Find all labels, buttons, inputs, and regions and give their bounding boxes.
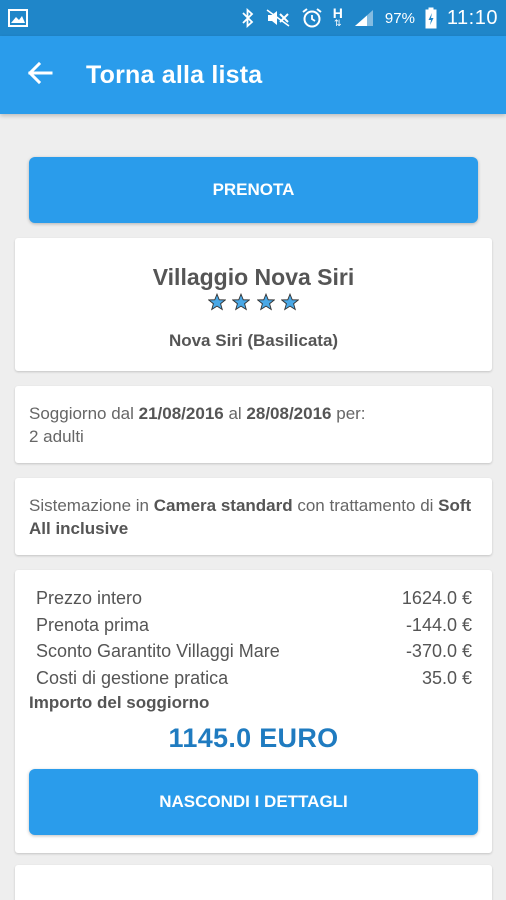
- alarm-icon: [301, 7, 323, 29]
- price-label: Prezzo intero: [36, 588, 143, 608]
- booking-details[interactable]: PRENOTA Villaggio Nova Siri Nova Siri (B…: [0, 114, 506, 900]
- stay-middle: al: [223, 404, 247, 423]
- price-row: Sconto Garantito Villaggi Mare -370.0 €: [15, 638, 492, 665]
- next-card: [15, 865, 492, 900]
- bluetooth-icon: [241, 8, 255, 28]
- price-label: Costi di gestione pratica: [36, 667, 229, 688]
- price-value: 1624.0 €: [401, 588, 472, 608]
- price-row: Costi di gestione pratica 35.0 €: [15, 665, 492, 692]
- battery-percent: 97%: [384, 9, 415, 27]
- back-button[interactable]: [26, 61, 54, 89]
- hotel-location: Nova Siri (Basilicata): [168, 331, 339, 350]
- accommodation-prefix: Sistemazione in: [29, 496, 154, 515]
- star-icon: [280, 292, 300, 311]
- room-type: Camera standard: [153, 496, 293, 515]
- battery-icon: [425, 7, 437, 29]
- accommodation-middle: con trattamento di: [292, 496, 439, 515]
- guests: 2 adulti: [29, 427, 84, 446]
- status-bar: H ⇅ 97% 11:10: [0, 0, 506, 36]
- price-row: Prenota prima -144.0 €: [15, 612, 492, 639]
- network-h-icon: H ⇅: [332, 5, 343, 28]
- date-to: 28/08/2016: [246, 404, 332, 423]
- star-icon: [207, 292, 227, 311]
- clock: 11:10: [446, 6, 498, 29]
- mute-icon: [265, 8, 291, 28]
- stay-suffix: per:: [331, 404, 366, 423]
- total-label: Importo del soggiorno: [29, 693, 210, 712]
- price-value: -370.0 €: [405, 641, 472, 661]
- star-icon: [256, 292, 276, 311]
- hotel-name: Villaggio Nova Siri: [152, 264, 355, 290]
- price-label: Prenota prima: [36, 614, 150, 635]
- signal-icon: [353, 8, 375, 28]
- arrow-back-icon: [27, 60, 53, 91]
- total-value: 1145.0 EURO: [168, 723, 339, 753]
- star-rating: [15, 292, 492, 317]
- hotel-card: Villaggio Nova Siri Nova Siri (Basilicat…: [15, 238, 492, 371]
- star-icon: [231, 292, 251, 311]
- image-icon: [8, 9, 28, 27]
- stay-card: Soggiorno dal 21/08/2016 al 28/08/2016 p…: [15, 386, 492, 463]
- price-label: Sconto Garantito Villaggi Mare: [36, 641, 280, 661]
- price-row: Prezzo intero 1624.0 €: [15, 585, 492, 612]
- page-title[interactable]: Torna alla lista: [86, 61, 262, 90]
- accommodation-card: Sistemazione in Camera standard con trat…: [15, 478, 492, 555]
- app-bar: Torna alla lista: [0, 36, 506, 114]
- book-button[interactable]: PRENOTA: [29, 157, 478, 223]
- stay-prefix: Soggiorno dal: [29, 404, 139, 423]
- price-value: -144.0 €: [405, 614, 472, 635]
- hide-details-button[interactable]: NASCONDI I DETTAGLI: [29, 769, 478, 835]
- date-from: 21/08/2016: [138, 404, 224, 423]
- price-value: 35.0 €: [421, 667, 472, 688]
